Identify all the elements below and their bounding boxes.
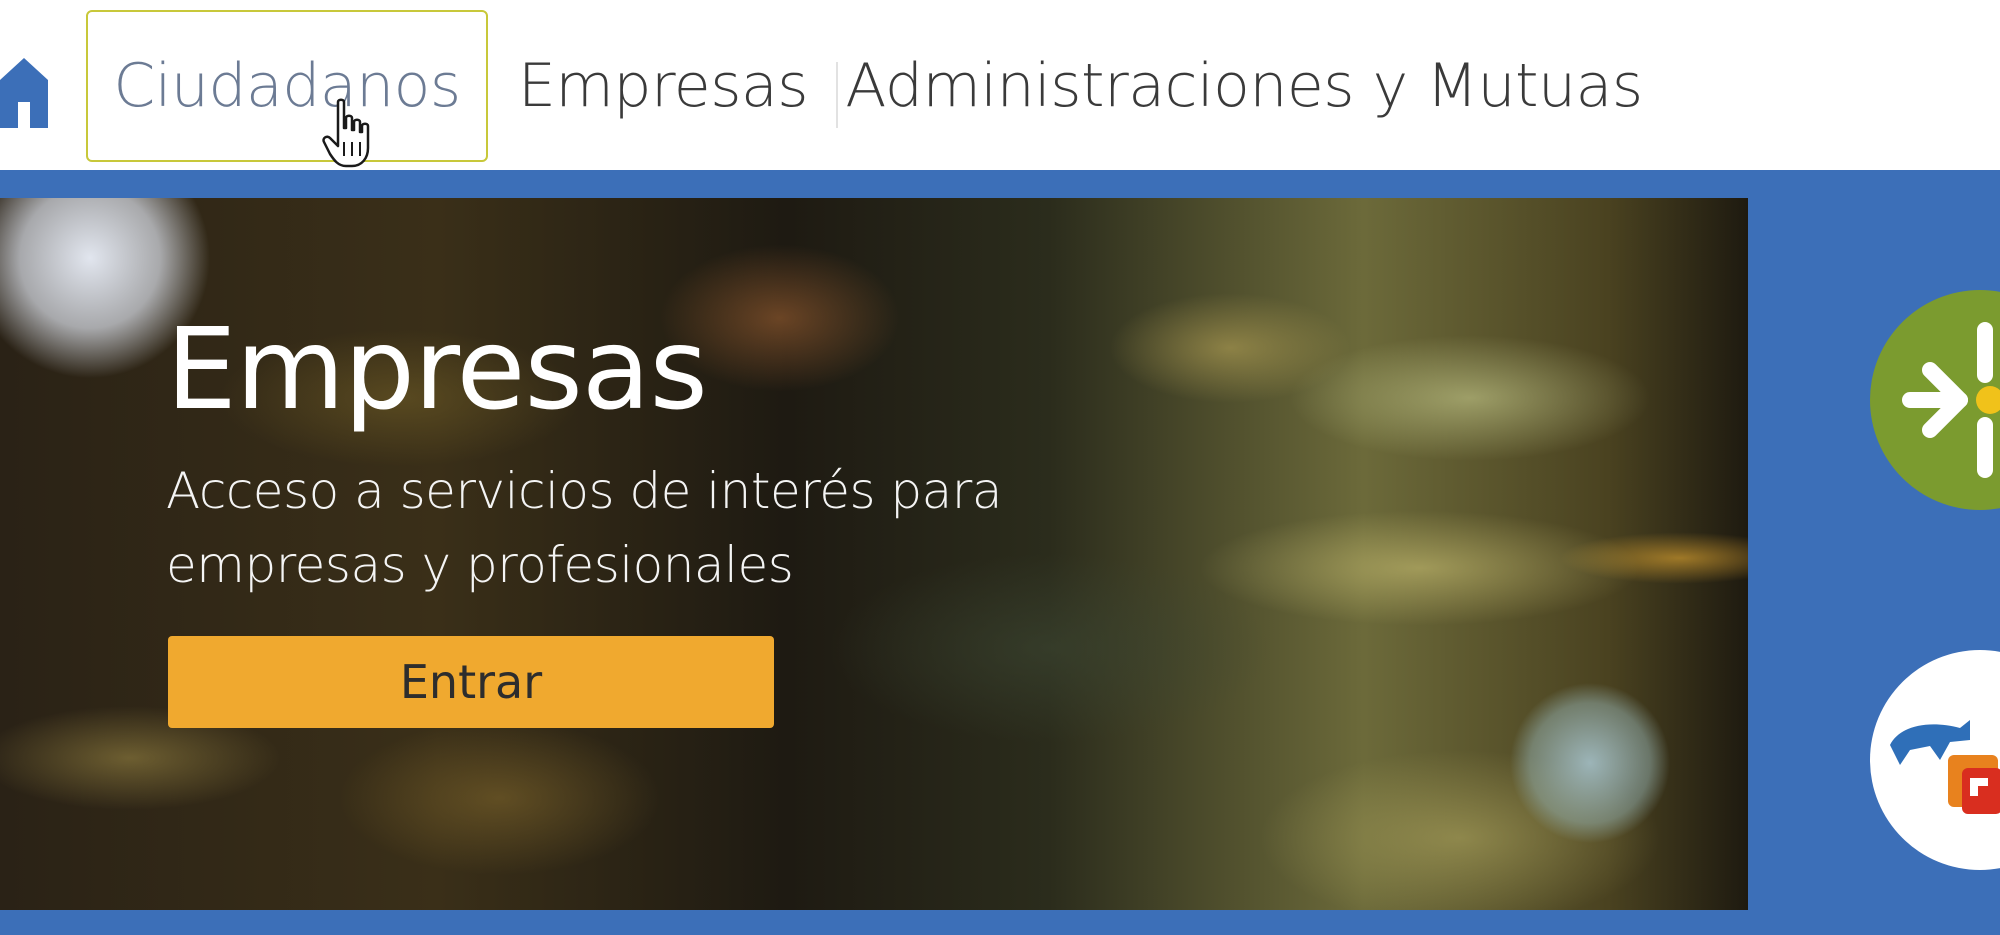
nav-item-ciudadanos[interactable]: Ciudadanos (86, 10, 488, 162)
hero-subtitle: Acceso a servicios de interés para empre… (166, 454, 1066, 602)
partner-logo-white[interactable] (1870, 650, 2000, 870)
hero-subtitle-line-2: empresas y profesionales (166, 536, 794, 594)
page: Ciudadanos Empresas Administraciones y M… (0, 0, 2000, 935)
nav-separator (836, 62, 838, 128)
snowflake-logo-icon (1902, 322, 2000, 478)
spain-map-logo-icon (1890, 720, 2000, 814)
hand-cursor-icon (322, 98, 370, 168)
partner-logo-green[interactable] (1870, 290, 2000, 510)
hero-banner: Empresas Acceso a servicios de interés p… (0, 198, 1748, 910)
home-icon[interactable] (0, 58, 48, 128)
hero-title: Empresas (166, 305, 708, 435)
nav-item-administraciones-y-mutuas[interactable]: Administraciones y Mutuas (845, 10, 1643, 162)
top-navigation: Ciudadanos Empresas Administraciones y M… (0, 0, 2000, 170)
entrar-button[interactable]: Entrar (168, 636, 774, 728)
nav-item-label: Empresas (518, 51, 809, 121)
nav-item-label: Administraciones y Mutuas (845, 51, 1643, 121)
hero-subtitle-line-1: Acceso a servicios de interés para (166, 462, 1002, 520)
nav-item-empresas[interactable]: Empresas (518, 10, 809, 162)
nav-item-label: Ciudadanos (113, 51, 461, 121)
